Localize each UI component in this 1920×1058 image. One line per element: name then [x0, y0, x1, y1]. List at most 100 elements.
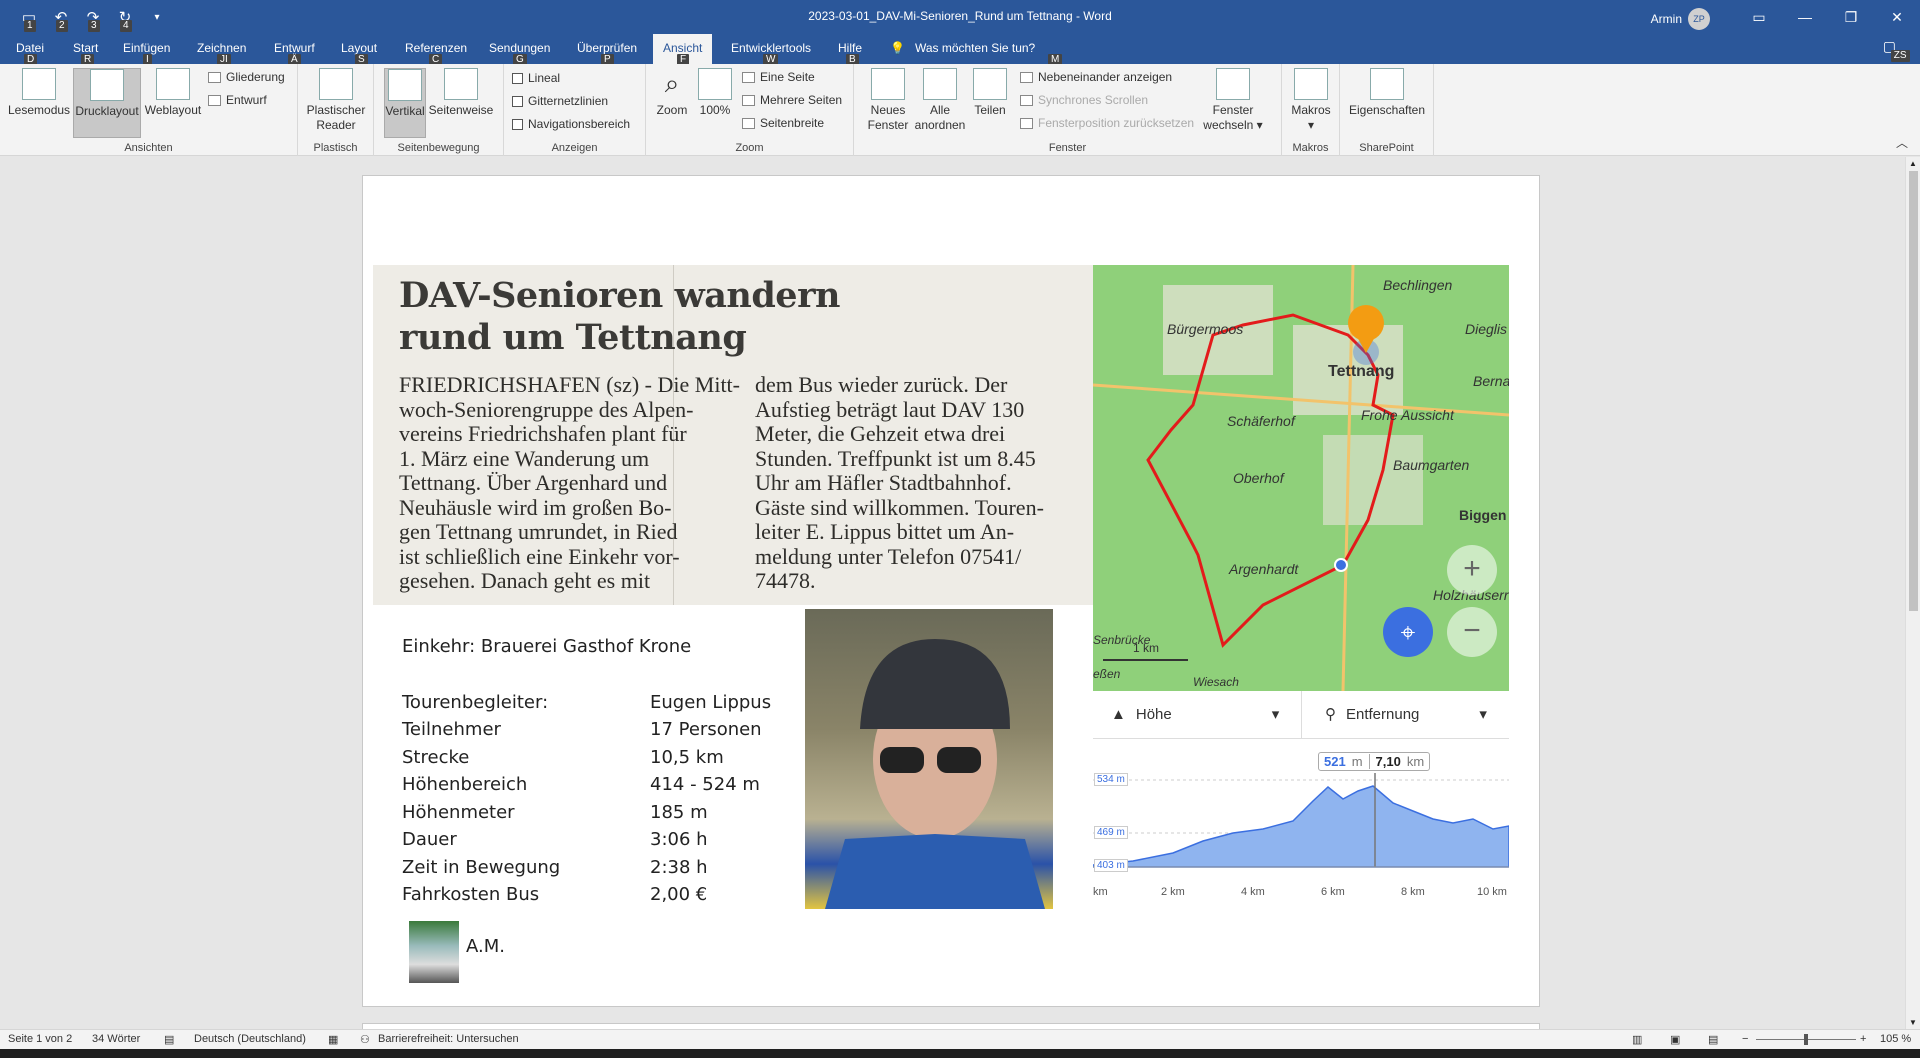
- place-label: Bechlingen: [1383, 277, 1453, 293]
- eigenschaften-button[interactable]: Eigenschaften: [1346, 68, 1428, 118]
- page-count[interactable]: Seite 1 von 2: [8, 1033, 72, 1045]
- close-button[interactable]: ✕: [1874, 0, 1920, 34]
- fensterposition-button[interactable]: Fensterposition zurücksetzen: [1020, 116, 1194, 130]
- gliederung-button[interactable]: Gliederung: [208, 70, 285, 84]
- glasses-right: [937, 747, 981, 773]
- lineal-checkbox[interactable]: Lineal: [512, 71, 560, 85]
- vertikal-button[interactable]: Vertikal: [384, 68, 426, 138]
- chevron-down-icon: ▾: [1307, 118, 1315, 132]
- portrait-graphic: [825, 639, 1045, 909]
- y-axis-label: 469 m: [1094, 826, 1128, 839]
- eine-seite-button[interactable]: Eine Seite: [742, 70, 815, 84]
- zoom-100-button[interactable]: 100%: [696, 68, 734, 118]
- accessibility-icon[interactable]: ⚇: [360, 1033, 370, 1046]
- detail-label: Fahrkosten Bus: [402, 884, 540, 905]
- group-label: Makros: [1292, 142, 1329, 154]
- detail-value: 10,5 km: [650, 747, 724, 768]
- button-label: Eigenschaften: [1348, 103, 1426, 117]
- weblayout-button[interactable]: Weblayout: [143, 68, 203, 118]
- zoom-slider-thumb[interactable]: [1804, 1034, 1808, 1045]
- checkbox-label: Navigationsbereich: [528, 117, 631, 131]
- restore-button[interactable]: ❐: [1828, 0, 1874, 34]
- alle-anordnen-button[interactable]: Alle anordnen: [914, 68, 966, 133]
- zoom-out-button[interactable]: −: [1447, 607, 1497, 657]
- scrollbar-thumb[interactable]: [1909, 171, 1918, 611]
- seitenbreite-button[interactable]: Seitenbreite: [742, 116, 824, 130]
- mehrere-seiten-button[interactable]: Mehrere Seiten: [742, 93, 842, 107]
- scroll-up-icon[interactable]: ▲: [1909, 159, 1917, 168]
- zoom-button[interactable]: ⌕ Zoom: [652, 68, 692, 118]
- entwurf-button[interactable]: Entwurf: [208, 93, 267, 107]
- tab-ueberpruefen[interactable]: Überprüfen P: [577, 41, 637, 66]
- tab-layout[interactable]: Layout S: [341, 41, 378, 66]
- group-anzeigen: Lineal Gitternetzlinien Navigationsberei…: [504, 64, 646, 156]
- nebeneinander-button[interactable]: Nebeneinander anzeigen: [1020, 70, 1172, 84]
- seitenweise-button[interactable]: Seitenweise: [428, 68, 494, 118]
- group-label: Fenster: [1048, 142, 1087, 154]
- synchrones-scrollen-button[interactable]: Synchrones Scrollen: [1020, 93, 1148, 107]
- tab-referenzen[interactable]: Referenzen C: [405, 41, 467, 66]
- x-axis-label: 10 km: [1477, 886, 1507, 898]
- plastischer-reader-button[interactable]: Plastischer Reader: [304, 68, 368, 133]
- tab-entwurf[interactable]: Entwurf Ä: [274, 41, 315, 66]
- navigationsbereich-checkbox[interactable]: Navigationsbereich: [512, 117, 630, 131]
- collapse-ribbon-icon[interactable]: ︿: [1896, 134, 1908, 151]
- drucklayout-button[interactable]: Drucklayout: [73, 68, 141, 138]
- clipping-column-2: dem Bus wieder zurück. Der Aufstieg betr…: [755, 372, 1093, 594]
- detail-label: Höhenmeter: [402, 802, 515, 823]
- read-mode-icon[interactable]: ▥: [1632, 1033, 1642, 1046]
- zoom-level[interactable]: 105 %: [1880, 1033, 1911, 1045]
- comments-icon[interactable]: ▢ ZS: [1883, 38, 1910, 62]
- author-avatar[interactable]: [409, 921, 459, 983]
- headline-line: DAV-Senioren wandern: [399, 275, 840, 316]
- tab-datei[interactable]: Datei D: [16, 41, 44, 66]
- makros-button[interactable]: Makros ▾: [1288, 68, 1334, 133]
- tab-hilfe[interactable]: Hilfe B: [838, 41, 863, 66]
- vertical-scrollbar[interactable]: ▲ ▼: [1905, 157, 1920, 1029]
- neues-fenster-button[interactable]: Neues Fenster: [864, 68, 912, 133]
- teilen-button[interactable]: Teilen: [968, 68, 1012, 118]
- tab-label: Layout: [341, 41, 378, 55]
- tell-me-search[interactable]: 💡 Was möchten Sie tun? M: [890, 41, 1063, 66]
- button-label: Makros: [1291, 103, 1331, 117]
- tour-guide-photo[interactable]: [805, 609, 1053, 909]
- proofing-icon[interactable]: ▤: [164, 1033, 174, 1046]
- tab-sendungen[interactable]: Sendungen G: [489, 41, 550, 66]
- lesemodus-button[interactable]: Lesemodus: [8, 68, 70, 118]
- web-layout-icon[interactable]: ▤: [1708, 1033, 1718, 1046]
- zoom-in-icon[interactable]: +: [1860, 1033, 1866, 1045]
- scroll-down-icon[interactable]: ▼: [1909, 1018, 1917, 1027]
- language-indicator[interactable]: Deutsch (Deutschland): [194, 1033, 306, 1045]
- zoom-in-button[interactable]: +: [1447, 545, 1497, 595]
- button-label: Drucklayout: [75, 104, 139, 118]
- accessibility-status[interactable]: Barrierefreiheit: Untersuchen: [378, 1033, 519, 1045]
- tab-entwicklertools[interactable]: Entwicklertools W: [731, 41, 811, 66]
- status-bar: Seite 1 von 2 34 Wörter ▤ Deutsch (Deuts…: [0, 1029, 1920, 1049]
- zoom-out-icon[interactable]: −: [1742, 1033, 1748, 1045]
- split-icon: [973, 68, 1007, 100]
- group-label: Plastisch: [313, 142, 358, 154]
- place-label: Argenhardt: [1229, 561, 1299, 577]
- x-axis-label: 8 km: [1401, 886, 1425, 898]
- group-makros: Makros ▾ Makros: [1282, 64, 1340, 156]
- print-layout-icon[interactable]: ▣: [1670, 1033, 1680, 1046]
- tab-einfuegen[interactable]: Einfügen I: [123, 41, 170, 66]
- tab-start[interactable]: Start R: [73, 41, 98, 66]
- ribbon-display-options-icon[interactable]: ▭: [1736, 0, 1782, 34]
- button-label: Fenster: [1212, 103, 1254, 117]
- tab-zeichnen[interactable]: Zeichnen JI: [197, 41, 246, 66]
- minimize-button[interactable]: —: [1782, 0, 1828, 34]
- word-count[interactable]: 34 Wörter: [92, 1033, 140, 1045]
- document-page[interactable]: DAV-Senioren wandern rund um Tettnang FR…: [362, 175, 1540, 1007]
- detail-value: 185 m: [650, 802, 708, 823]
- button-label: Weblayout: [144, 103, 202, 117]
- ribbon-tabs: Datei D Start R Einfügen I Zeichnen JI Entwu…: [0, 34, 1920, 66]
- checkbox-label: Lineal: [528, 71, 561, 85]
- locate-me-button[interactable]: ⌖: [1383, 607, 1433, 657]
- tab-ansicht[interactable]: Ansicht F: [653, 34, 713, 66]
- macro-record-icon[interactable]: ▦: [328, 1033, 338, 1046]
- user-account[interactable]: Armin ZP: [1651, 8, 1710, 30]
- tab-label: Hilfe: [838, 41, 863, 55]
- gitternetzlinien-checkbox[interactable]: Gitternetzlinien: [512, 94, 608, 108]
- fenster-wechseln-button[interactable]: Fenster wechseln ▾: [1202, 68, 1264, 133]
